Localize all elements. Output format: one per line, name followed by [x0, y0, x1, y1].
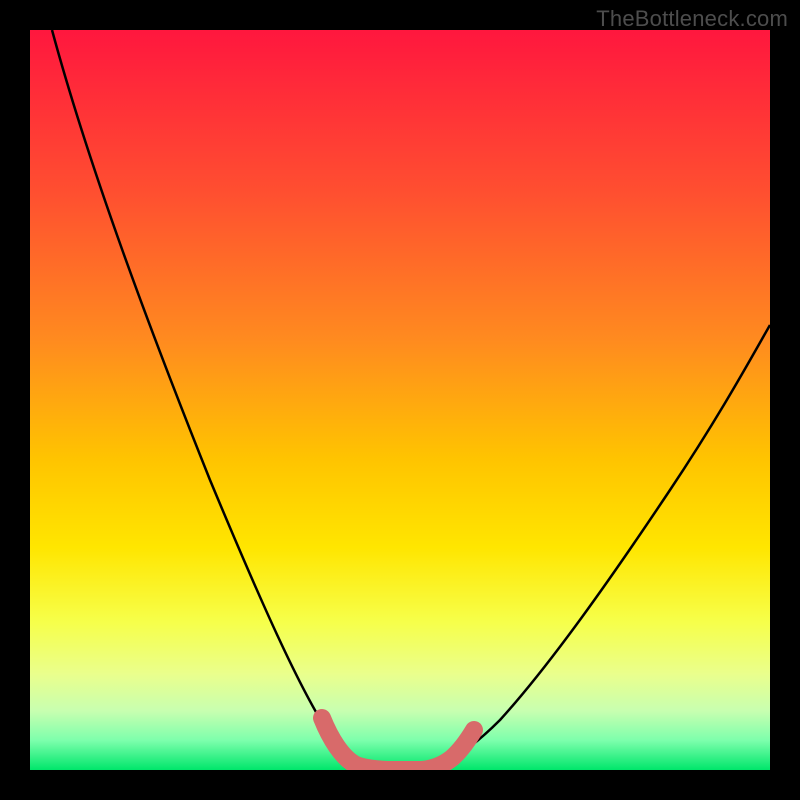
bottleneck-chart	[30, 30, 770, 770]
watermark-text: TheBottleneck.com	[596, 6, 788, 32]
chart-frame: TheBottleneck.com	[0, 0, 800, 800]
gradient-background	[30, 30, 770, 770]
